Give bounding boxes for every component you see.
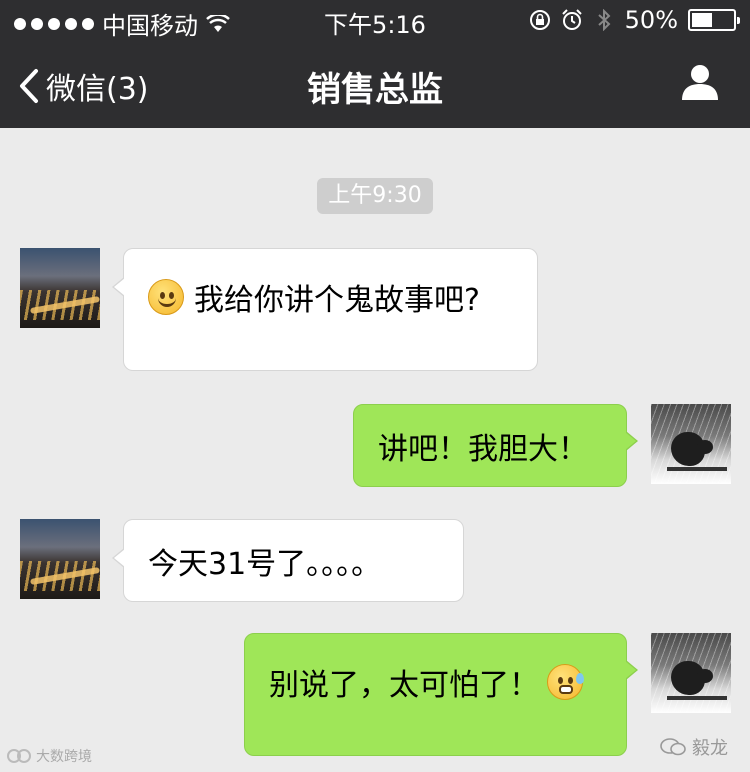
message-bubble-outgoing[interactable]: 别说了，太可怕了！ [244,633,638,756]
sender-avatar[interactable] [20,248,100,328]
message-bubble-outgoing[interactable]: 讲吧！我胆大！ [353,404,638,487]
my-avatar[interactable] [651,633,731,713]
scared-icon [547,663,584,700]
profile-icon[interactable] [680,62,720,102]
status-bar: 中国移动 下午5:16 50% [0,0,750,40]
message-text: 别说了，太可怕了！ [269,667,539,703]
nav-bar: 微信(3) 销售总监 [0,40,750,128]
sender-avatar[interactable] [20,519,100,599]
back-button[interactable]: 微信(3) [18,64,149,108]
watermark-left: 大数跨境 [6,746,92,766]
watermark-right: 毅龙 [660,734,728,760]
smile-icon [148,278,184,315]
my-avatar[interactable] [651,404,731,484]
bluetooth-icon [597,9,611,31]
watermark-logo-icon [7,749,31,763]
back-label: 微信(3) [46,72,149,107]
message-bubble-incoming[interactable]: 今天31号了。。。。 [112,519,464,602]
battery-icon [688,9,740,31]
message-bubble-incoming[interactable]: 我给你讲个鬼故事吧? [112,248,538,371]
message-text: 今天31号了。。。。 [148,546,382,582]
status-right: 50% [529,6,740,34]
battery-percent: 50% [624,6,678,34]
message-text: 我给你讲个鬼故事吧? [194,282,480,318]
watermark-right-text: 毅龙 [692,738,728,759]
wechat-icon [660,738,686,756]
chevron-left-icon [20,69,38,103]
message-text: 讲吧！我胆大！ [378,431,588,467]
chat-area[interactable]: 上午9:30 我给你讲个鬼故事吧? 讲吧！我胆大！ 今天31号了。。。。 别说了… [0,128,750,772]
rotation-lock-icon [529,10,550,30]
watermark-left-text: 大数跨境 [36,749,92,765]
alarm-icon [561,9,582,30]
message-timestamp: 上午9:30 [317,178,433,214]
